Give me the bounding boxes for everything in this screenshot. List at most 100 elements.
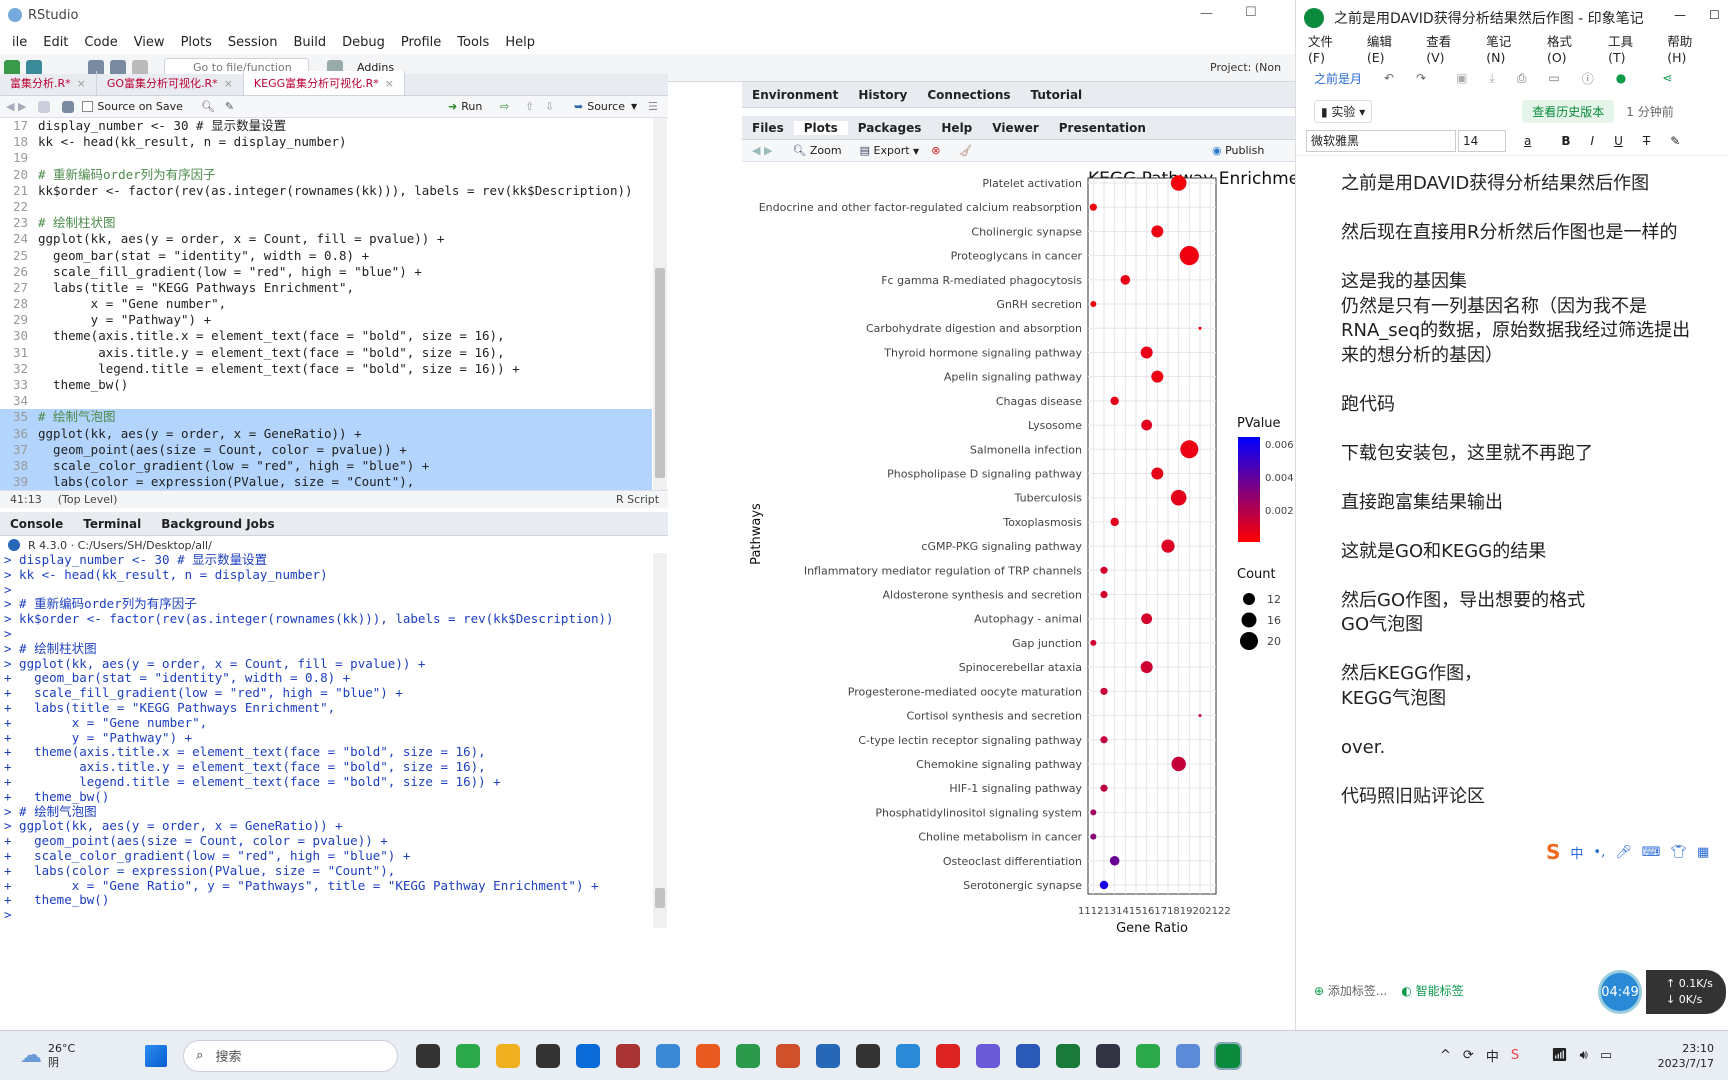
menu-item[interactable]: Debug (334, 35, 393, 50)
game-icon[interactable] (616, 1043, 641, 1068)
share-icon[interactable]: ⋖ (1662, 71, 1672, 85)
menu-item[interactable]: Code (76, 35, 125, 50)
note-content[interactable]: 之前是用DAVID获得分析结果然后作图 然后现在直接用R分析然后作图也是一样的 … (1296, 156, 1728, 809)
console-tab[interactable]: Terminal (73, 517, 151, 531)
editor-tab[interactable]: GO富集分析可视化.R* × (97, 71, 244, 95)
skin-icon[interactable]: 👕︎ (1671, 845, 1688, 860)
strike-icon[interactable]: T (1643, 134, 1650, 148)
export-button[interactable]: ▤ Export ▼ (860, 144, 920, 157)
note-menu-item[interactable]: 文件(F) (1308, 31, 1345, 65)
editor-scrollbar[interactable] (653, 118, 667, 490)
clock[interactable]: 23:10 2023/7/17 (1652, 1041, 1714, 1071)
font-name-select[interactable]: 微软雅黑 (1306, 129, 1456, 152)
files-icon[interactable] (416, 1043, 441, 1068)
underline-icon[interactable]: U (1614, 134, 1623, 148)
close-icon[interactable]: × (224, 77, 233, 90)
files-tab[interactable]: Presentation (1049, 121, 1156, 135)
menu-item[interactable]: Tools (449, 35, 497, 50)
powerpoint-icon[interactable] (776, 1043, 801, 1068)
font-size-select[interactable]: 14 (1458, 129, 1506, 152)
smart-tag-button[interactable]: ◐ 智能标签 (1401, 982, 1463, 999)
note-menu-item[interactable]: 查看(V) (1426, 31, 1464, 65)
files-tab[interactable]: Help (931, 121, 982, 135)
note-menu-item[interactable]: 笔记(N) (1486, 31, 1525, 65)
download-icon[interactable]: ⤓ (1489, 71, 1494, 86)
timer-badge[interactable]: 04:49 (1598, 970, 1642, 1014)
note-menu-item[interactable]: 格式(O) (1547, 31, 1586, 65)
sogou-icon[interactable]: S (1546, 840, 1560, 864)
env-tab[interactable]: Environment (742, 88, 848, 102)
doc-icon[interactable]: ▣ (1456, 71, 1467, 85)
battery-icon[interactable]: ▭ (1600, 1048, 1612, 1063)
plot-back-icon[interactable]: ◀ ▶ (752, 144, 772, 157)
circle-icon[interactable] (976, 1043, 1001, 1068)
menu-item[interactable]: Session (220, 35, 286, 50)
weather-widget[interactable]: 26°C 阴 (48, 1042, 75, 1070)
r-icon[interactable] (816, 1043, 841, 1068)
punct-icon[interactable]: •, (1593, 845, 1605, 860)
project-menu[interactable]: Project: (Non (1210, 61, 1281, 74)
close-icon[interactable]: × (77, 77, 86, 90)
notebook-selector[interactable]: ▮ 实验 ▾ (1314, 99, 1373, 123)
source-button[interactable]: ➥ Source ▼ (574, 100, 637, 113)
outline-icon[interactable]: ☰ (648, 100, 658, 113)
bold-icon[interactable]: B (1561, 134, 1570, 148)
info-icon[interactable]: ⓘ (1582, 70, 1594, 87)
wechat-icon[interactable] (456, 1043, 481, 1068)
files-tab[interactable]: Plots (793, 120, 848, 135)
tray-chevron-icon[interactable]: ^ (1440, 1048, 1451, 1063)
menu-item[interactable]: Edit (35, 35, 76, 50)
run-button[interactable]: ➜ Run (448, 100, 482, 113)
close-icon[interactable]: × (385, 77, 394, 90)
console-output[interactable]: > display_number <- 30 # 显示数量设置 > kk <- h… (0, 553, 652, 923)
menu-item[interactable]: Build (285, 35, 334, 50)
weather-icon[interactable]: ☁ (20, 1043, 42, 1068)
editor-scroll-thumb[interactable] (655, 268, 665, 478)
mic-icon[interactable]: 🎤︎ (1615, 845, 1632, 860)
console-tab[interactable]: Console (0, 517, 73, 531)
sdk-icon[interactable] (856, 1043, 881, 1068)
note-menu-item[interactable]: 帮助(H) (1667, 31, 1706, 65)
scope-menu[interactable]: (Top Level) (58, 493, 118, 506)
console-scroll-thumb[interactable] (655, 888, 665, 908)
wand-icon[interactable]: ✎ (225, 100, 234, 113)
remove-plot-icon[interactable]: ⊗ (931, 144, 940, 157)
menu-item[interactable]: View (126, 35, 173, 50)
drive-icon[interactable] (656, 1043, 681, 1068)
note-breadcrumb[interactable]: 之前是月 (1314, 70, 1362, 87)
menu-item[interactable]: Profile (393, 35, 449, 50)
network-icon[interactable] (1176, 1043, 1201, 1068)
folder-icon[interactable] (496, 1043, 521, 1068)
files-tab[interactable]: Packages (848, 121, 932, 135)
keyboard-icon[interactable]: ⌨ (1642, 845, 1661, 860)
code-editor[interactable]: 17 display_number <- 30 # 显示数量设置 18 kk <- h… (0, 118, 652, 490)
file-type-menu[interactable]: R Script (616, 493, 659, 506)
excel-icon[interactable] (1056, 1043, 1081, 1068)
toolbox-icon[interactable]: ▦ (1697, 845, 1709, 860)
notepad-icon[interactable] (1096, 1043, 1121, 1068)
redo-icon[interactable]: ↷ (1416, 71, 1426, 85)
highlight-icon[interactable]: ✎ (1670, 134, 1680, 148)
zoom-button[interactable]: 🔍︎ Zoom (792, 144, 841, 157)
show-in-window-icon[interactable] (38, 100, 51, 113)
menu-item[interactable]: Help (497, 35, 543, 50)
en-icon[interactable] (576, 1043, 601, 1068)
note-menu-item[interactable]: 工具(T) (1608, 31, 1645, 65)
menu-item[interactable]: ile (4, 35, 35, 50)
firefox-icon[interactable] (696, 1043, 721, 1068)
source-on-save-checkbox[interactable] (82, 101, 94, 112)
chrome-icon[interactable] (896, 1043, 921, 1068)
editor-tab[interactable]: 富集分析.R* × (0, 71, 97, 95)
add-tag-button[interactable]: ⊕ 添加标签... (1314, 982, 1387, 999)
down-icon[interactable]: ⇩ (545, 100, 554, 113)
volume-icon[interactable]: 🔊︎ (1580, 1048, 1588, 1063)
back-icon[interactable]: ◀ ▶ (6, 100, 26, 113)
minimize-icon[interactable]: — (1200, 6, 1213, 21)
taskbar-search[interactable]: ⌕ 搜索 (183, 1039, 399, 1072)
ime-lang[interactable]: 中 (1570, 843, 1583, 862)
rerun-icon[interactable]: ⇨ (500, 100, 509, 113)
files-tab[interactable]: Files (742, 121, 794, 135)
tray-ime[interactable]: 中 (1486, 1046, 1499, 1065)
search-icon[interactable]: 🔍︎ (201, 100, 215, 113)
env-tab[interactable]: History (848, 88, 917, 102)
